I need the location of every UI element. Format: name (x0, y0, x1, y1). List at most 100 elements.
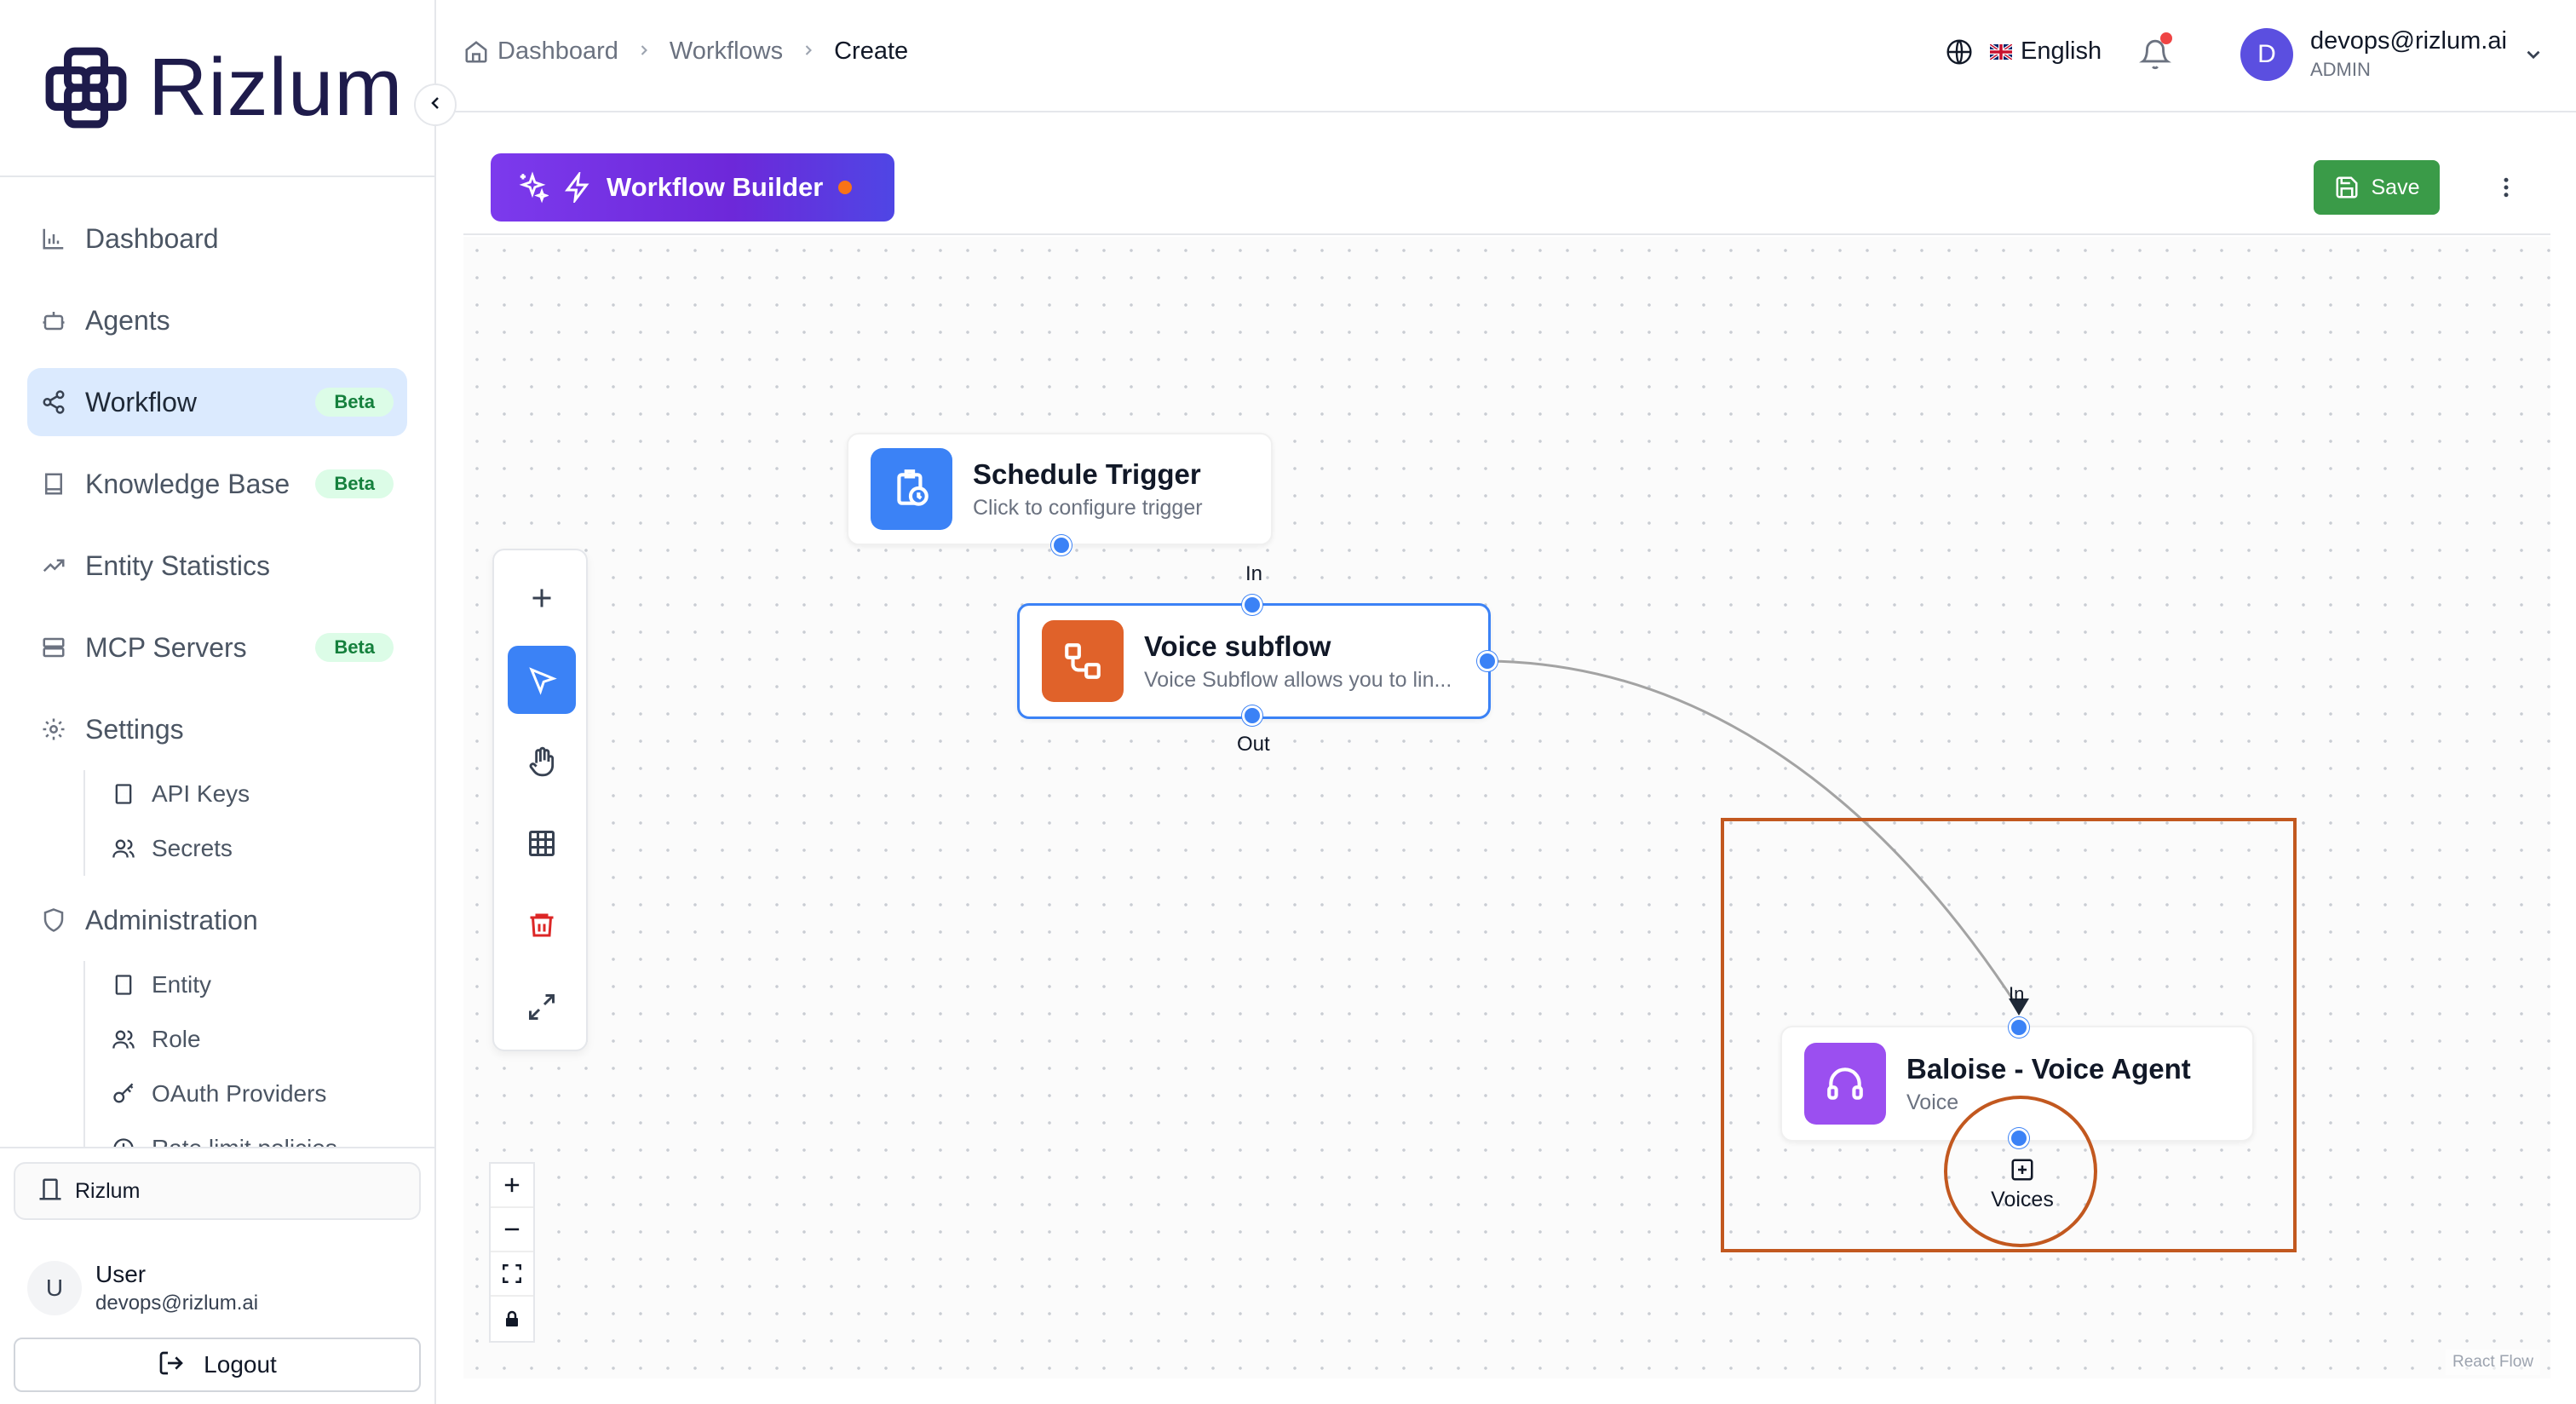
sidebar-item-mcp-servers[interactable]: MCP Servers Beta (27, 613, 407, 682)
workflow-builder-title: Workflow Builder (491, 153, 894, 222)
book-icon (39, 469, 68, 498)
calendar-clock-icon (871, 448, 952, 530)
lock-button[interactable] (491, 1297, 533, 1341)
sidebar-subitem-label: Entity (152, 971, 212, 998)
notifications-button[interactable] (2131, 31, 2179, 78)
sidebar-item-entity-statistics[interactable]: Entity Statistics (27, 532, 407, 600)
sidebar-item-dashboard[interactable]: Dashboard (27, 204, 407, 273)
sidebar-subitem-label: Role (152, 1026, 201, 1052)
key-icon (109, 1079, 138, 1108)
sidebar-item-label: Dashboard (85, 222, 219, 254)
language-selector[interactable]: English (1946, 37, 2102, 66)
sidebar-item-workflow[interactable]: Workflow Beta (27, 368, 407, 436)
users-icon (109, 834, 138, 863)
avatar: D (2240, 27, 2293, 81)
logout-icon (158, 1349, 185, 1381)
logout-button[interactable]: Logout (14, 1338, 421, 1392)
output-handle-label: Out (1237, 733, 1270, 756)
node-subtitle: Click to configure trigger (973, 495, 1203, 520)
administration-subnav: Entity Role OAuth Providers Rate limit p… (83, 961, 390, 1148)
schedule-output-handle[interactable] (1051, 535, 1072, 555)
plus-icon (500, 1173, 524, 1197)
sidebar-item-label: Settings (85, 713, 184, 745)
sidebar-item-knowledge-base[interactable]: Knowledge Base Beta (27, 450, 407, 518)
headset-icon (1804, 1043, 1886, 1125)
sidebar-subitem-rate-limit-policies[interactable]: Rate limit policies (109, 1125, 337, 1148)
breadcrumb-dashboard[interactable]: Dashboard (497, 37, 618, 66)
unsaved-indicator (838, 181, 853, 194)
zoom-in-button[interactable] (491, 1164, 533, 1208)
globe-icon (1946, 38, 1973, 66)
add-node-button[interactable] (508, 564, 576, 632)
chevron-right-icon (635, 37, 653, 66)
profile-menu[interactable]: D devops@rizlum.ai ADMIN (2240, 27, 2544, 81)
add-voices-button[interactable]: Voices (1988, 1157, 2056, 1218)
fit-view-button[interactable] (491, 1252, 533, 1297)
sparkles-icon (516, 171, 549, 204)
user-name: User (95, 1261, 147, 1287)
schedule-trigger-node[interactable]: Schedule Trigger Click to configure trig… (847, 433, 1273, 545)
sidebar-item-label: Entity Statistics (85, 550, 270, 581)
chart-icon (39, 224, 68, 253)
server-icon (39, 633, 68, 662)
brand-name: Rizlum (148, 42, 404, 133)
more-options-button[interactable] (2484, 165, 2528, 210)
sidebar-subitem-entity[interactable]: Entity (109, 961, 211, 1009)
sidebar: Rizlum Dashboard Agents Workflow Beta Kn… (0, 0, 436, 1404)
sidebar-subitem-label: Secrets (152, 835, 233, 861)
sidebar-item-settings[interactable]: Settings (27, 695, 407, 763)
workflow-canvas[interactable]: Schedule Trigger Click to configure trig… (463, 237, 2550, 1378)
delete-button[interactable] (508, 891, 576, 959)
beta-badge: Beta (315, 469, 394, 498)
divider (0, 176, 434, 177)
pan-tool-button[interactable] (508, 728, 576, 796)
subflow-output-handle-bottom[interactable] (1242, 705, 1262, 726)
subflow-input-handle[interactable] (1242, 595, 1262, 615)
fit-view-icon (501, 1263, 523, 1285)
sidebar-item-label: Knowledge Base (85, 468, 290, 499)
chevron-left-icon (425, 93, 446, 118)
divider (0, 1147, 434, 1148)
sidebar-item-label: Agents (85, 304, 170, 336)
subflow-icon (1042, 620, 1124, 702)
react-flow-attribution[interactable]: React Flow (2445, 1349, 2540, 1375)
pointer-icon (526, 665, 557, 695)
organization-switcher[interactable]: Rizlum (14, 1162, 421, 1220)
agent-input-handle[interactable] (2009, 1017, 2029, 1038)
sidebar-item-label: Workflow (85, 386, 197, 417)
sidebar-subitem-oauth-providers[interactable]: OAuth Providers (109, 1070, 326, 1118)
sidebar-subitem-api-keys[interactable]: API Keys (109, 770, 250, 818)
subflow-output-handle-right[interactable] (1477, 651, 1498, 671)
sidebar-item-agents[interactable]: Agents (27, 286, 407, 354)
grid-toggle-button[interactable] (508, 809, 576, 878)
sidebar-item-label: Administration (85, 904, 258, 935)
user-email: devops@rizlum.ai (95, 1292, 259, 1315)
save-button[interactable]: Save (2314, 160, 2440, 215)
builder-toolbar: Workflow Builder Save (463, 140, 2550, 235)
home-icon (463, 39, 489, 65)
input-handle-label: In (2009, 983, 2025, 1004)
share-icon (39, 388, 68, 417)
plus-icon (526, 583, 557, 613)
node-title: Baloise - Voice Agent (1906, 1052, 2191, 1085)
gear-icon (39, 715, 68, 744)
zoom-out-button[interactable] (491, 1208, 533, 1252)
save-icon (2334, 175, 2360, 200)
collapse-sidebar-button[interactable] (414, 83, 457, 126)
brand-logo[interactable]: Rizlum (43, 41, 403, 135)
save-label: Save (2371, 175, 2420, 199)
sidebar-subitem-secrets[interactable]: Secrets (109, 825, 233, 872)
sidebar-item-administration[interactable]: Administration (27, 886, 407, 954)
rizlum-logo-icon (45, 47, 127, 129)
fullscreen-button[interactable] (508, 973, 576, 1041)
sidebar-subitem-role[interactable]: Role (109, 1016, 201, 1063)
sidebar-subitem-label: API Keys (152, 780, 250, 807)
breadcrumb-workflows[interactable]: Workflows (670, 37, 783, 66)
zoom-controls (489, 1162, 535, 1343)
avatar: U (27, 1261, 82, 1315)
voice-subflow-node[interactable]: Voice subflow Voice Subflow allows you t… (1017, 603, 1491, 719)
building-icon (37, 1177, 63, 1206)
lightning-icon (562, 172, 593, 203)
select-tool-button[interactable] (508, 646, 576, 714)
robot-icon (39, 306, 68, 335)
